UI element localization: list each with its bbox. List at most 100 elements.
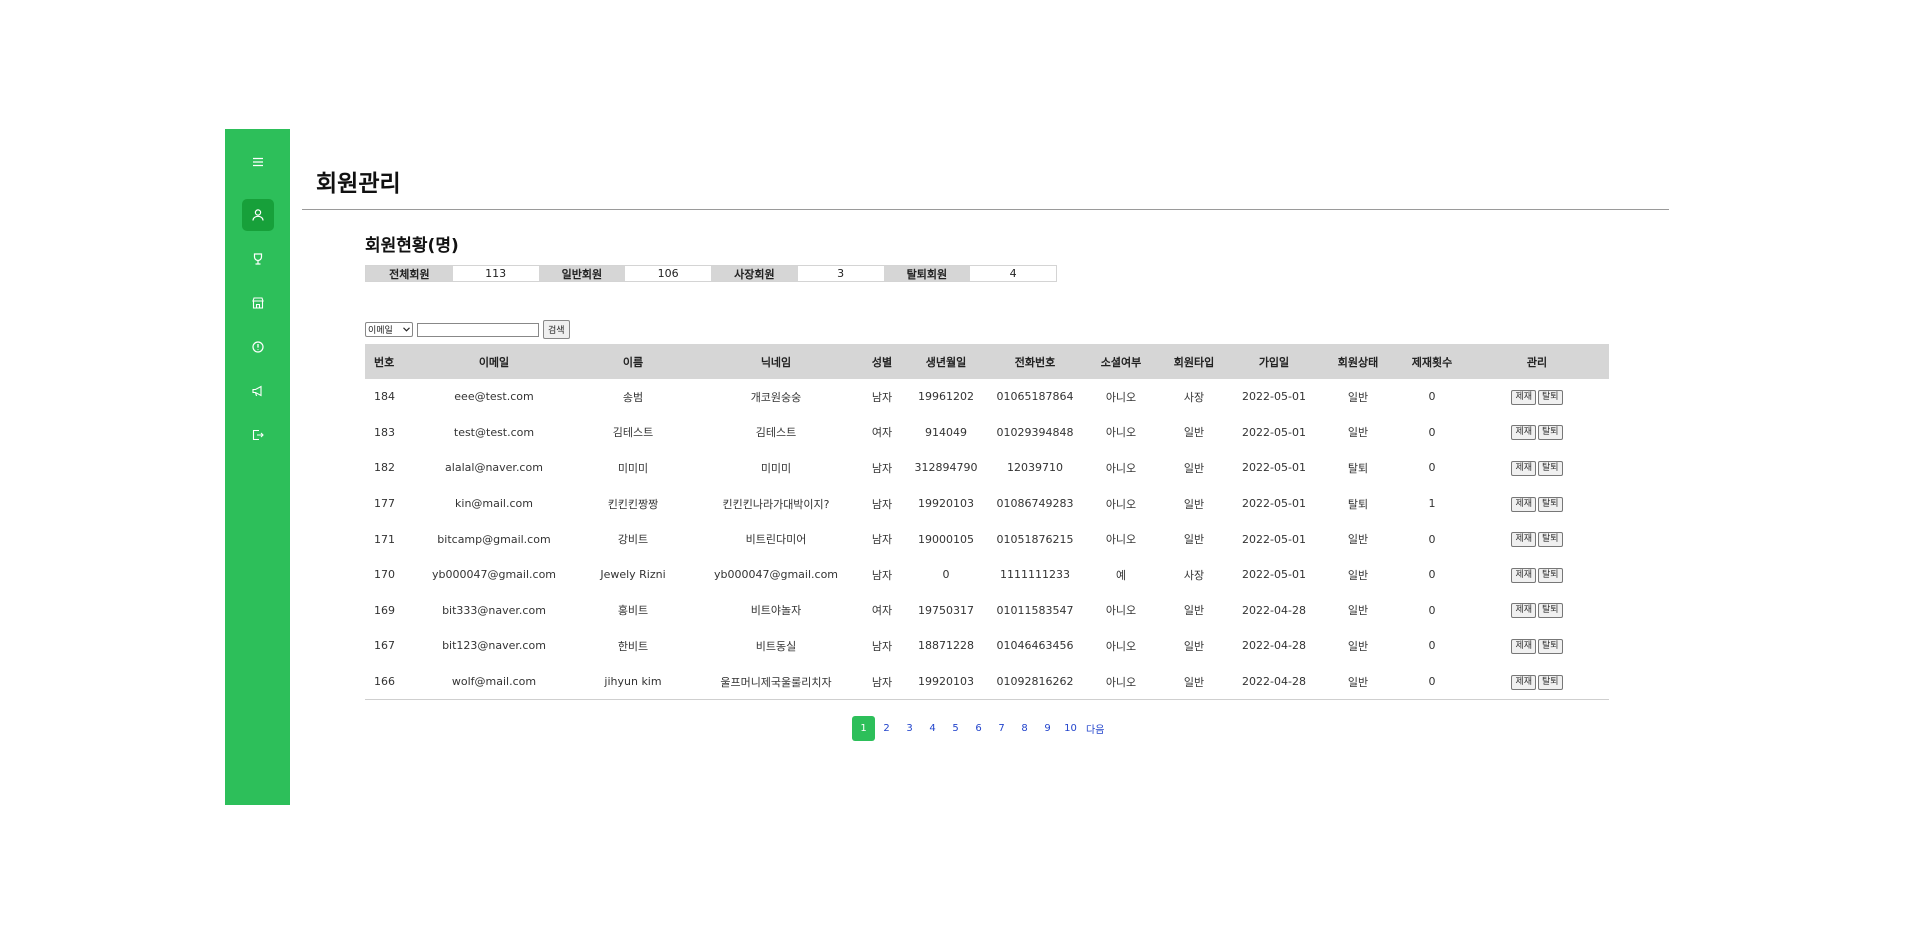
member-stats-bar: 전체회원 113 일반회원 106 사장회원 3 탈퇴회원 4 xyxy=(365,265,1057,282)
withdraw-button[interactable]: 탈퇴 xyxy=(1538,460,1563,476)
sanction-button[interactable]: 제재 xyxy=(1511,674,1536,690)
page-link-3[interactable]: 3 xyxy=(898,716,921,741)
withdraw-button[interactable]: 탈퇴 xyxy=(1538,496,1563,512)
sanction-button[interactable]: 제재 xyxy=(1511,567,1536,583)
cell-number: 183 xyxy=(374,425,395,439)
sanction-button[interactable]: 제재 xyxy=(1511,603,1536,619)
page-link-5[interactable]: 5 xyxy=(944,716,967,741)
column-header-member-type: 회원타입 xyxy=(1157,344,1231,379)
column-header-name: 이름 xyxy=(571,344,695,379)
cell-member-type: 일반 xyxy=(1183,533,1205,547)
person-icon xyxy=(251,208,265,222)
sidebar-item-store[interactable] xyxy=(242,287,274,319)
sanction-button[interactable]: 제재 xyxy=(1511,532,1536,548)
stat-withdrawn-value: 4 xyxy=(970,266,1056,281)
cell-social: 아니오 xyxy=(1105,426,1137,440)
withdraw-button[interactable]: 탈퇴 xyxy=(1538,532,1563,548)
search-button[interactable]: 검색 xyxy=(543,320,570,339)
cell-status: 일반 xyxy=(1347,390,1369,404)
sidebar-item-notice[interactable] xyxy=(242,375,274,407)
cell-actions: 제재 탈퇴 xyxy=(1465,521,1609,557)
page-link-8[interactable]: 8 xyxy=(1013,716,1036,741)
cell-phone: 01065187864 xyxy=(996,390,1074,404)
cell-status: 탈퇴 xyxy=(1347,497,1369,511)
page-link-1[interactable]: 1 xyxy=(852,716,875,741)
cell-status: 일반 xyxy=(1347,639,1369,653)
sanction-button[interactable]: 제재 xyxy=(1511,460,1536,476)
cell-nickname: 비트린다미어 xyxy=(745,533,807,547)
page-link-6[interactable]: 6 xyxy=(967,716,990,741)
page-link-2[interactable]: 2 xyxy=(875,716,898,741)
pagination: 1 2 3 4 5 6 7 8 9 10 다음 xyxy=(852,716,1104,741)
sidebar-item-logout[interactable] xyxy=(242,419,274,451)
cell-sanctions: 0 xyxy=(1428,532,1436,546)
cell-gender: 남자 xyxy=(871,461,893,475)
cell-email: test@test.com xyxy=(453,425,535,439)
cell-birthdate: 914049 xyxy=(925,425,967,439)
withdraw-button[interactable]: 탈퇴 xyxy=(1538,674,1563,690)
cell-member-type: 사장 xyxy=(1183,390,1205,404)
sanction-button[interactable]: 제재 xyxy=(1511,389,1536,405)
cell-status: 일반 xyxy=(1317,663,1399,701)
column-header-email: 이메일 xyxy=(417,344,571,379)
column-header-sanctions: 제재횟수 xyxy=(1399,344,1465,379)
cell-name: 미미미 xyxy=(617,461,649,475)
page-link-9[interactable]: 9 xyxy=(1036,716,1059,741)
cell-phone: 12039710 xyxy=(1007,461,1063,475)
logout-icon xyxy=(251,428,265,442)
withdraw-button[interactable]: 탈퇴 xyxy=(1538,389,1563,405)
search-field-select[interactable]: 이메일 xyxy=(365,322,413,337)
cell-gender: 여자 xyxy=(871,426,893,440)
column-header-join-date: 가입일 xyxy=(1231,344,1317,379)
cell-email: yb000047@gmail.com xyxy=(431,568,557,582)
sidebar-item-members[interactable] xyxy=(242,199,274,231)
cell-member-type: 일반 xyxy=(1157,663,1231,701)
withdraw-button[interactable]: 탈퇴 xyxy=(1538,425,1563,441)
page-link-10[interactable]: 10 xyxy=(1059,716,1082,741)
sanction-button[interactable]: 제재 xyxy=(1511,496,1536,512)
cell-name: 킨킨킨짱짱 xyxy=(607,497,659,511)
table-row: 183 test@test.com 김테스트 김테스트 여자 914049 01… xyxy=(365,415,1609,451)
search-field-select-value: 이메일 xyxy=(368,326,393,336)
stat-withdrawn-label: 탈퇴회원 xyxy=(883,266,971,281)
cell-gender: 남자 xyxy=(857,663,907,701)
table-header-row: 번호 이메일 이름 닉네임 성별 생년월일 전화번호 소셜여부 회원타입 가입일… xyxy=(365,344,1609,379)
cell-join-date: 2022-05-01 xyxy=(1242,568,1306,582)
trophy-icon xyxy=(251,252,265,266)
withdraw-button[interactable]: 탈퇴 xyxy=(1538,638,1563,654)
cell-gender: 남자 xyxy=(871,390,893,404)
cell-actions: 제재 탈퇴 xyxy=(1465,663,1609,701)
cell-join-date: 2022-05-01 xyxy=(1242,425,1306,439)
table-row: 184 eee@test.com 송범 개코원숭숭 남자 19961202 01… xyxy=(365,379,1609,415)
cell-email: bitcamp@gmail.com xyxy=(437,532,551,546)
sidebar xyxy=(225,129,290,805)
withdraw-button[interactable]: 탈퇴 xyxy=(1538,567,1563,583)
sidebar-item-contest[interactable] xyxy=(242,243,274,275)
cell-phone: 01051876215 xyxy=(996,532,1074,546)
sidebar-item-info[interactable] xyxy=(242,331,274,363)
cell-gender: 남자 xyxy=(871,639,893,653)
cell-phone: 01029394848 xyxy=(996,425,1074,439)
search-input[interactable] xyxy=(417,322,539,337)
table-row: 169 bit333@naver.com 홍비트 비트야놀자 여자 197503… xyxy=(365,593,1609,629)
next-page-link[interactable]: 다음 xyxy=(1086,721,1104,736)
sanction-button[interactable]: 제재 xyxy=(1511,425,1536,441)
page-link-4[interactable]: 4 xyxy=(921,716,944,741)
cell-email: alalal@naver.com xyxy=(445,461,543,475)
page-link-7[interactable]: 7 xyxy=(990,716,1013,741)
cell-nickname: 미미미 xyxy=(760,461,792,475)
cell-gender: 남자 xyxy=(871,533,893,547)
withdraw-button[interactable]: 탈퇴 xyxy=(1538,603,1563,619)
menu-toggle-button[interactable] xyxy=(225,147,290,177)
cell-nickname: 비트야놀자 xyxy=(750,604,802,618)
cell-social: 아니오 xyxy=(1085,663,1157,701)
cell-nickname: 울프머니제국울룰리치자 xyxy=(695,663,857,701)
cell-nickname: 개코원숭숭 xyxy=(750,390,802,404)
column-header-gender: 성별 xyxy=(857,344,907,379)
cell-phone: 1111111233 xyxy=(1000,568,1070,582)
cell-email: bit333@naver.com xyxy=(442,603,546,617)
cell-number: 169 xyxy=(374,603,395,617)
cell-join-date: 2022-05-01 xyxy=(1242,497,1306,511)
search-bar: 이메일 검색 xyxy=(365,320,570,339)
sanction-button[interactable]: 제재 xyxy=(1511,638,1536,654)
